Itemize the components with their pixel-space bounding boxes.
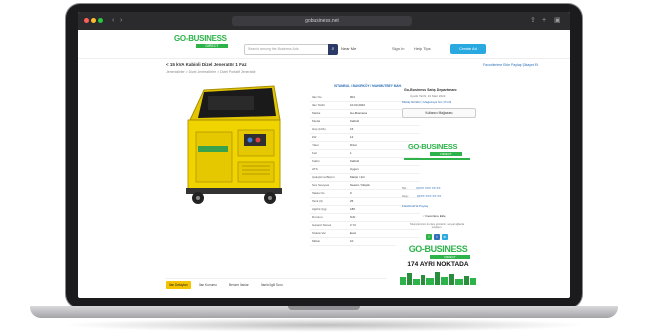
facebook-share-link[interactable]: Facebook'ta Paylaş — [402, 204, 428, 208]
spec-key: Kabin — [312, 159, 320, 163]
spec-key: Çalıştırma Biçimi — [312, 175, 335, 179]
spec-value: 901 — [350, 95, 356, 99]
search-button[interactable]: ⌕ — [328, 44, 338, 55]
spec-key: Tank (lt) — [312, 199, 323, 203]
spec-value: Sessiz / Düşük — [350, 183, 370, 187]
spec-value: Uygun — [350, 167, 359, 171]
url-text: gobusiness.net — [305, 18, 339, 24]
seller-logo-subtext: DIRECT — [430, 152, 462, 156]
spec-value: 180 — [350, 207, 356, 211]
generator-image[interactable] — [178, 84, 294, 208]
search-icon: ⌕ — [331, 46, 335, 52]
spec-value: Sıfır — [350, 215, 356, 219]
spec-value: Evet — [350, 231, 357, 235]
plus-icon[interactable]: + — [542, 16, 546, 26]
site-logo[interactable]: GO-BUSINESS DIRECT — [174, 34, 228, 49]
spec-key: ATS — [312, 167, 318, 171]
mobile-label: Cep : — [402, 194, 410, 198]
share-icons: f t in — [426, 234, 450, 240]
search-input[interactable]: Search among the Business Ads — [244, 44, 330, 55]
spec-key: kW — [312, 135, 317, 139]
share-icon[interactable]: ⇪ — [530, 16, 536, 26]
spec-value: 25 — [350, 199, 354, 203]
promo-banner[interactable]: GO-BUSINESS DIRECT 174 AYRI NOKTADA — [396, 244, 480, 288]
linkedin-icon[interactable]: in — [442, 234, 448, 240]
minimize-window-icon[interactable] — [91, 18, 96, 23]
chevron-left-icon[interactable]: ‹ — [112, 16, 114, 26]
tab-details[interactable]: İlan Detayları — [166, 281, 191, 289]
favorite-button[interactable]: ♡ Favorilere Ekle — [422, 214, 446, 218]
spec-key: Durumu — [312, 215, 323, 219]
banner-logo: GO-BUSINESS — [408, 244, 468, 254]
facebook-icon[interactable]: f — [426, 234, 432, 240]
share-note: Takipçilerinize bu ilanı gönderin, sosya… — [409, 223, 465, 230]
skyline-graphic — [400, 272, 476, 285]
spec-key: Model — [312, 119, 321, 123]
spec-key: Ilan Tarihi — [312, 103, 325, 107]
spec-value: Go-Business — [350, 111, 368, 115]
seller-name: Go-Business Satış Departmanı — [404, 88, 457, 92]
spec-key: Ilan No — [312, 95, 322, 99]
near-me-link[interactable]: Near Me — [341, 46, 356, 51]
tab-questions[interactable]: İlanla İlgili Soru — [258, 281, 286, 289]
spec-key: Takas No — [312, 191, 325, 195]
spec-value: Dizel — [350, 143, 357, 147]
divider — [404, 158, 470, 160]
listing-actions[interactable]: Favorilerime Ekle Paylaş Şikayet Et — [483, 63, 538, 67]
spec-key: Stokta Var — [312, 231, 326, 235]
create-ad-button[interactable]: Create Ad — [450, 44, 486, 54]
spec-key: Ses Seviyesi — [312, 183, 330, 187]
laptop-shadow — [60, 318, 588, 332]
tabs-icon[interactable]: ▣ — [554, 16, 561, 26]
spec-key: Güç (kVA) — [312, 127, 326, 131]
spec-key: Marka — [312, 111, 321, 115]
sign-in-link[interactable]: Sign In — [392, 46, 404, 51]
spec-key: Yakıt — [312, 143, 319, 147]
mobile-value[interactable]: 0XXX XXX XX XX — [417, 194, 441, 198]
search-placeholder: Search among the Business Ads — [248, 47, 299, 51]
logo-subtext: DIRECT — [196, 44, 228, 48]
seller-since: Üyelik Tarihi: 10 Mart 2022 — [410, 94, 446, 98]
spec-value: Kabinli — [350, 119, 360, 123]
favorite-label: Favorilere Ekle — [425, 214, 446, 218]
spec-value: 12 — [350, 135, 354, 139]
help-link[interactable]: Help Tips — [414, 46, 431, 51]
spec-key: Miktar — [312, 239, 321, 243]
phone-row: Tel : 0XXX XXX XX XX — [402, 186, 441, 190]
tab-similar[interactable]: Benzer İlanlar — [226, 281, 252, 289]
store-button[interactable]: Kullanıcı Mağazası — [402, 108, 476, 118]
spec-value: Kabinli — [350, 159, 360, 163]
spec-key: Ağırlık (kg) — [312, 207, 327, 211]
tab-location[interactable]: İlan Konumu — [196, 281, 220, 289]
banner-logo-subtext: DIRECT — [430, 255, 470, 259]
banner-text: 174 AYRI NOKTADA — [407, 261, 469, 268]
spec-value: Marşlı / Ipli — [350, 175, 365, 179]
spec-value: 15 — [350, 127, 354, 131]
spec-value: 10.03.2022 — [350, 103, 366, 107]
close-window-icon[interactable] — [84, 18, 89, 23]
spec-key: Garanti Süresi — [312, 223, 332, 227]
screen: ‹ › gobusiness.net ⇪ + ▣ GO-BUSINESS DIR… — [78, 12, 570, 298]
chevron-right-icon[interactable]: › — [120, 16, 122, 26]
spec-value: 10 — [350, 239, 354, 243]
zoom-window-icon[interactable] — [98, 18, 103, 23]
seller-links[interactable]: Mesaj Gönder | Mağazaya Git | Profil — [402, 100, 451, 104]
spec-value: 1 — [350, 151, 352, 155]
phone-label: Tel : — [402, 186, 408, 190]
browser-toolbar: ‹ › gobusiness.net ⇪ + ▣ — [78, 12, 570, 30]
spec-value: 2 Yıl — [350, 223, 356, 227]
laptop-notch — [288, 306, 360, 310]
twitter-icon[interactable]: t — [434, 234, 440, 240]
spec-value: 0 — [350, 191, 352, 195]
breadcrumb[interactable]: Jeneratörler > Dizel Jeneratörler > Dize… — [166, 70, 256, 74]
listing-title: < 15 kVA Kabinli Dizel Jeneratör 1 Faz — [166, 62, 247, 67]
detail-tabs: İlan Detayları İlan Konumu Benzer İlanla… — [166, 278, 386, 291]
seller-card: Go-Business Satış Departmanı Üyelik Tari… — [398, 86, 476, 254]
mobile-row: Cep : 0XXX XXX XX XX — [402, 194, 441, 198]
spec-key: Faz — [312, 151, 318, 155]
phone-value[interactable]: 0XXX XXX XX XX — [416, 186, 440, 190]
seller-logo-text: GO-BUSINESS — [408, 142, 458, 151]
logo-text: GO-BUSINESS — [174, 34, 227, 43]
address-bar[interactable]: gobusiness.net — [232, 16, 412, 26]
